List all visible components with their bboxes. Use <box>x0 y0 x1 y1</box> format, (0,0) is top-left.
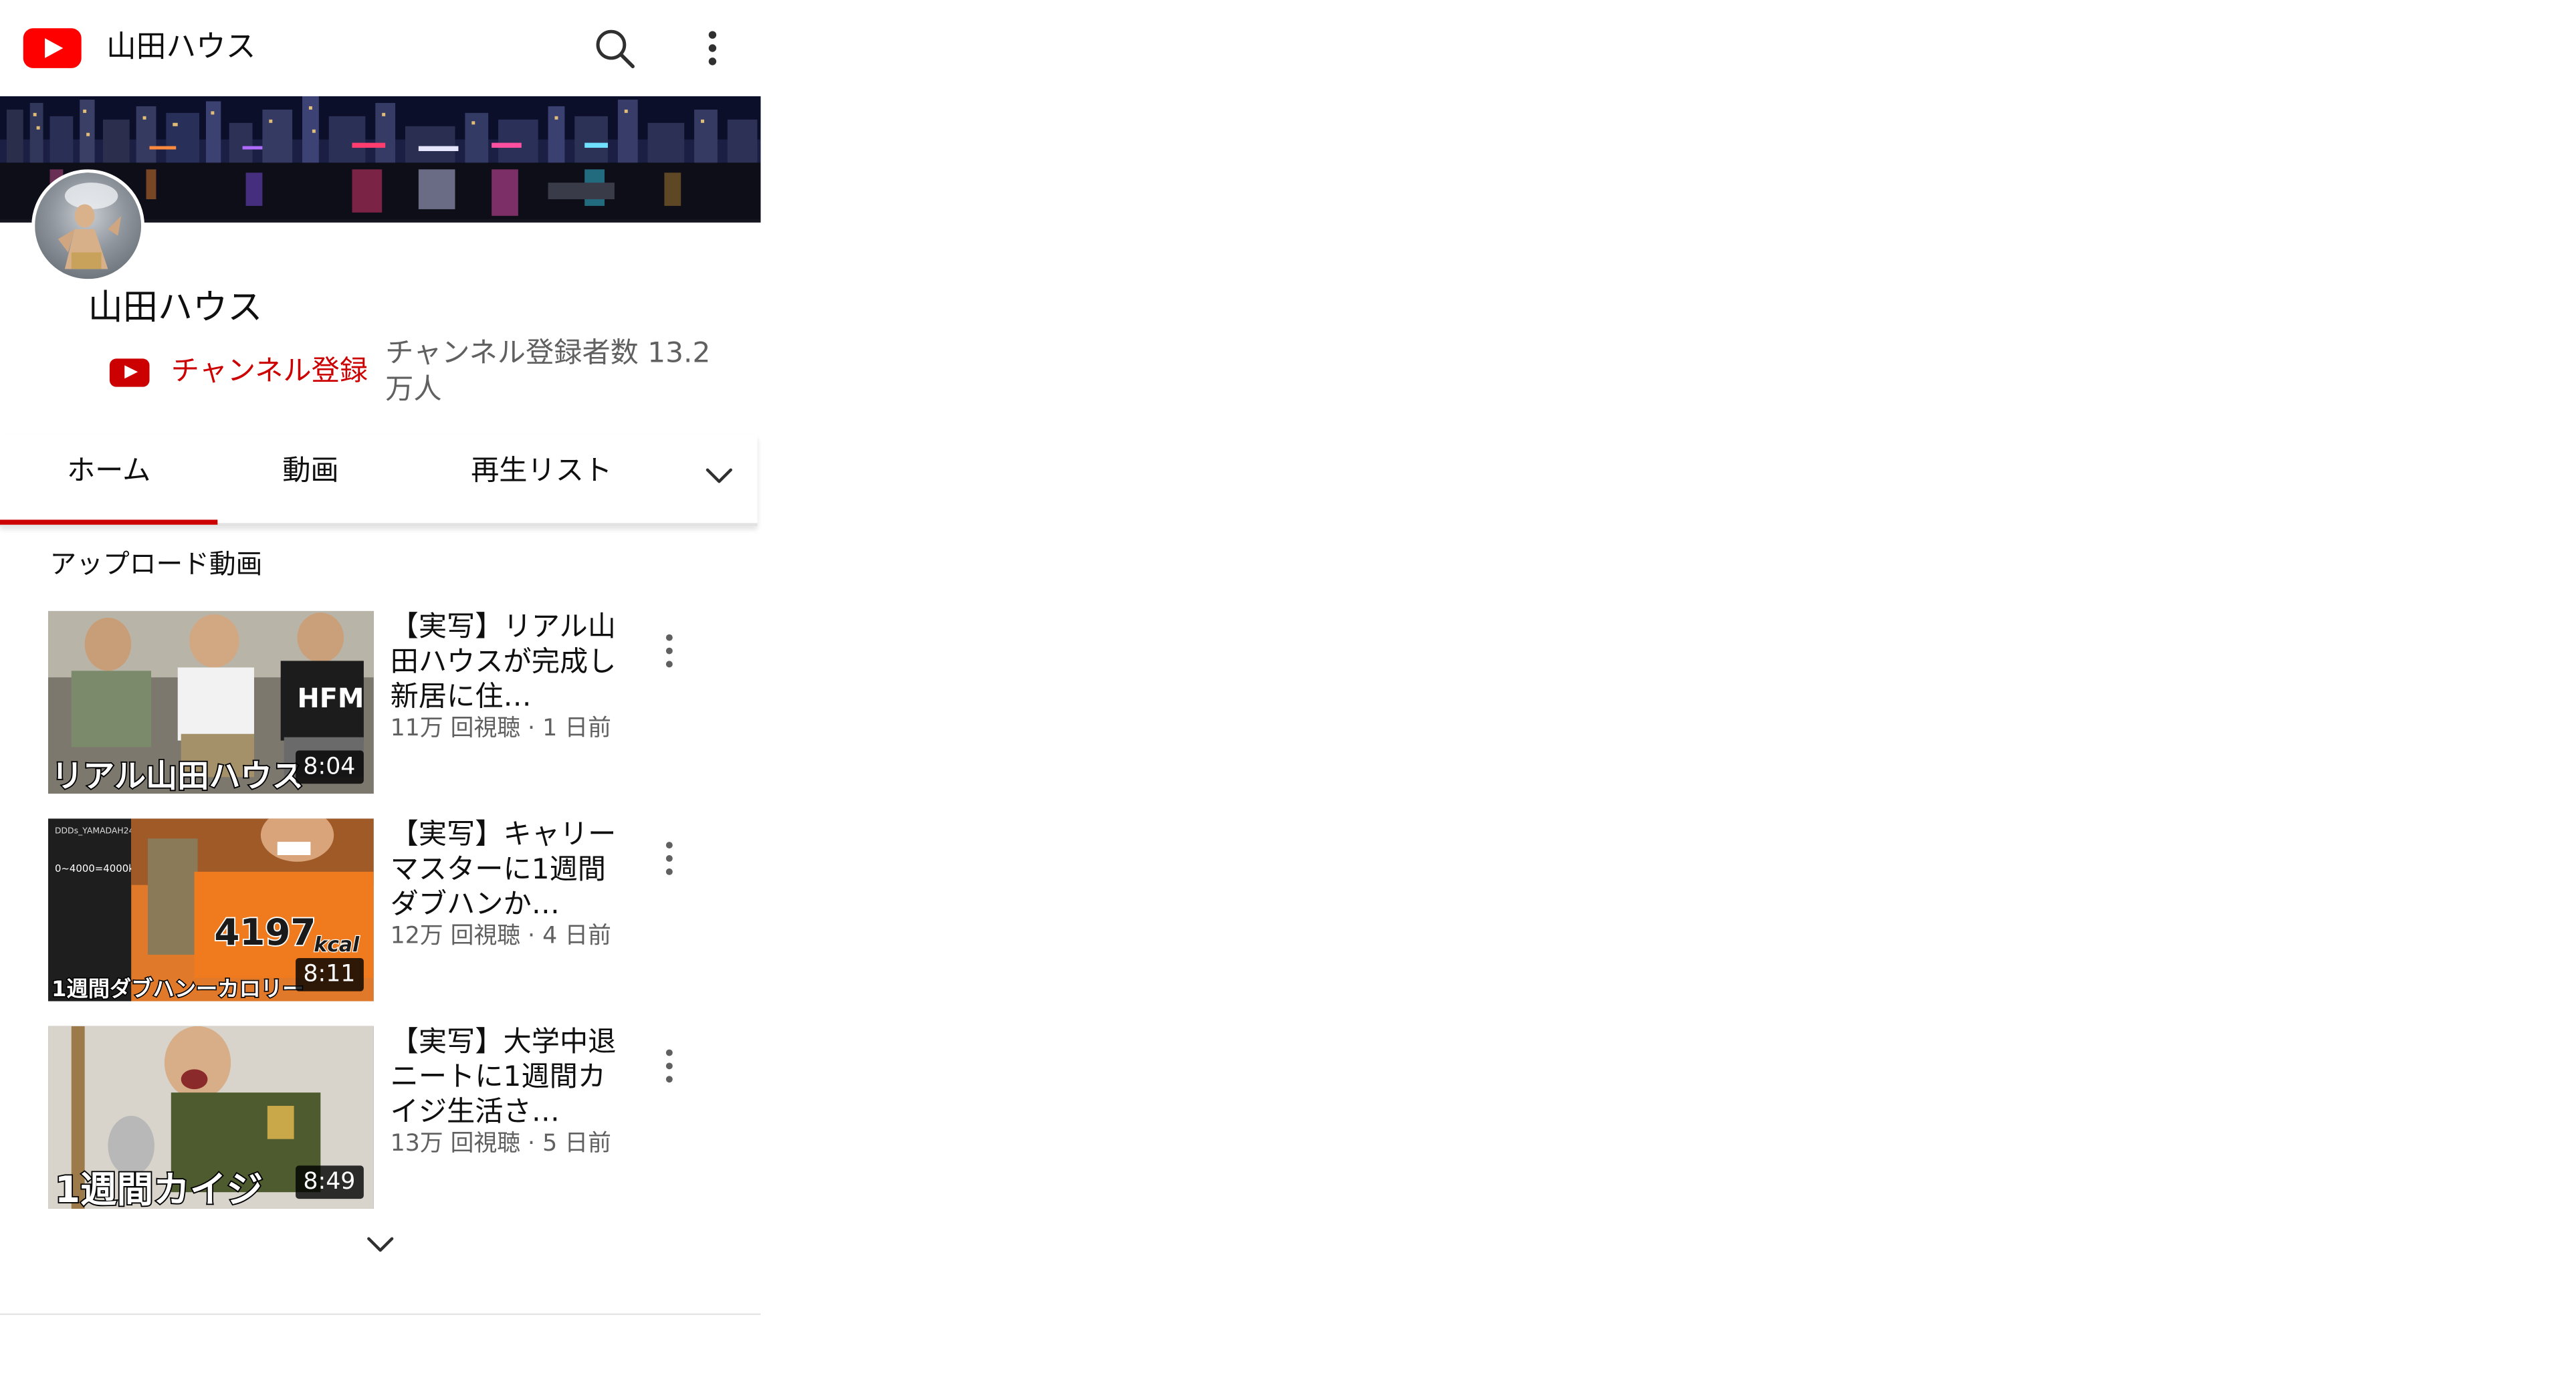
more-options-button[interactable] <box>687 23 738 74</box>
tab-playlists[interactable]: 再生リスト <box>403 435 679 523</box>
thumbnail-caption: 1週間ダブハンーカロリー <box>51 976 304 1001</box>
video-item[interactable]: DDDs_YAMADAH24 0~4000=4000kcal 4197 kcal… <box>48 818 712 1004</box>
channel-tabs: ホーム 動画 再生リスト <box>0 435 758 527</box>
subscribe-button[interactable]: チャンネル登録 <box>171 352 368 392</box>
video-meta: 11万 回視聴 · 1 日前 <box>390 715 611 743</box>
more-vertical-icon <box>665 842 673 875</box>
video-menu-button[interactable] <box>649 631 689 671</box>
thumbnail-caption: リアル山田ハウス <box>51 758 304 794</box>
video-meta: 13万 回視聴 · 5 日前 <box>390 1131 611 1157</box>
more-vertical-icon <box>708 31 717 66</box>
video-menu-button[interactable] <box>649 838 689 879</box>
more-vertical-icon <box>665 1049 673 1083</box>
video-meta: 12万 回視聴 · 4 日前 <box>390 923 611 950</box>
video-title[interactable]: 【実写】リアル山田ハウスが完成し新居に住… <box>391 611 623 715</box>
chevron-down-icon <box>706 468 732 483</box>
search-button[interactable] <box>590 23 640 74</box>
uploads-section-title: アップロード動画 <box>49 548 263 580</box>
tab-videos[interactable]: 動画 <box>217 435 403 523</box>
video-thumbnail[interactable]: HFM リアル山田ハウス 8:04 <box>48 610 374 794</box>
svg-text:DDDs_YAMADAH24: DDDs_YAMADAH24 <box>55 826 134 836</box>
subscriber-count: チャンネル登録者数 13.2 万人 <box>385 337 711 407</box>
video-thumbnail[interactable]: 1週間カイジ 8:49 <box>48 1026 374 1209</box>
thumbnail-unit: kcal <box>314 933 360 957</box>
tab-home[interactable]: ホーム <box>0 435 218 525</box>
video-title[interactable]: 【実写】キャリーマスターに1週間ダブハンか… <box>391 818 623 923</box>
video-duration: 8:11 <box>294 957 364 992</box>
youtube-mobile-page: 山田ハウス 山田ハウス チャンネル登録 チャンネル登録者数 13.2 万人 ホー… <box>0 0 2574 1398</box>
svg-text:HFM: HFM <box>298 683 364 714</box>
video-menu-button[interactable] <box>649 1046 689 1086</box>
youtube-logo-icon[interactable] <box>23 28 82 68</box>
channel-avatar[interactable] <box>31 169 145 283</box>
tabs-expand-button[interactable] <box>694 452 744 502</box>
app-bar-title: 山田ハウス <box>106 29 256 65</box>
chevron-down-icon <box>367 1237 394 1252</box>
video-item[interactable]: HFM リアル山田ハウス 8:04 【実写】リアル山田ハウスが完成し新居に住… … <box>48 610 712 797</box>
section-divider <box>0 1313 761 1315</box>
video-item[interactable]: 1週間カイジ 8:49 【実写】大学中退ニートに1週間カイジ生活さ… 13万 回… <box>48 1026 712 1212</box>
show-more-uploads-button[interactable] <box>357 1226 404 1266</box>
more-vertical-icon <box>665 634 673 668</box>
video-duration: 8:49 <box>294 1165 364 1199</box>
video-thumbnail[interactable]: DDDs_YAMADAH24 0~4000=4000kcal 4197 kcal… <box>48 818 374 1002</box>
channel-name: 山田ハウス <box>88 287 263 328</box>
video-title[interactable]: 【実写】大学中退ニートに1週間カイジ生活さ… <box>391 1026 623 1131</box>
video-duration: 8:04 <box>294 750 364 784</box>
search-icon <box>596 29 635 69</box>
thumbnail-calories: 4197 <box>214 911 316 953</box>
thumbnail-caption: 1週間カイジ <box>55 1168 263 1209</box>
app-bar: 山田ハウス <box>0 0 761 97</box>
subscribe-youtube-icon[interactable] <box>109 358 150 387</box>
screen: 山田ハウス 山田ハウス チャンネル登録 チャンネル登録者数 13.2 万人 ホー… <box>0 0 2576 1398</box>
